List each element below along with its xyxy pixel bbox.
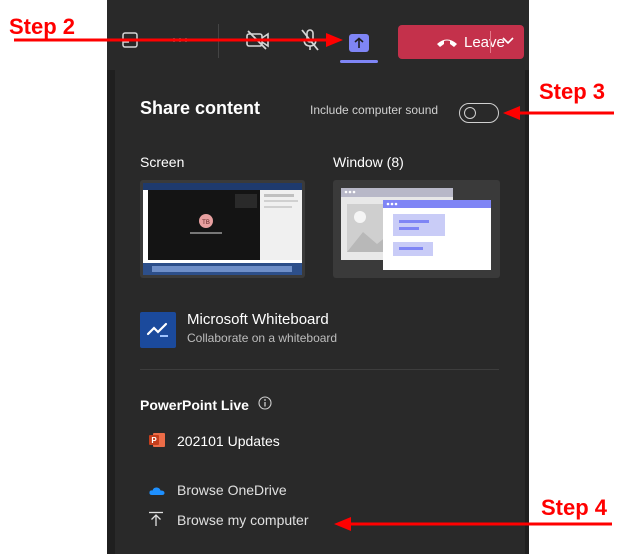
step3-arrow xyxy=(503,106,614,120)
step2-arrow xyxy=(14,33,343,47)
annotation-arrows xyxy=(14,33,614,531)
step4-arrow xyxy=(334,517,612,531)
